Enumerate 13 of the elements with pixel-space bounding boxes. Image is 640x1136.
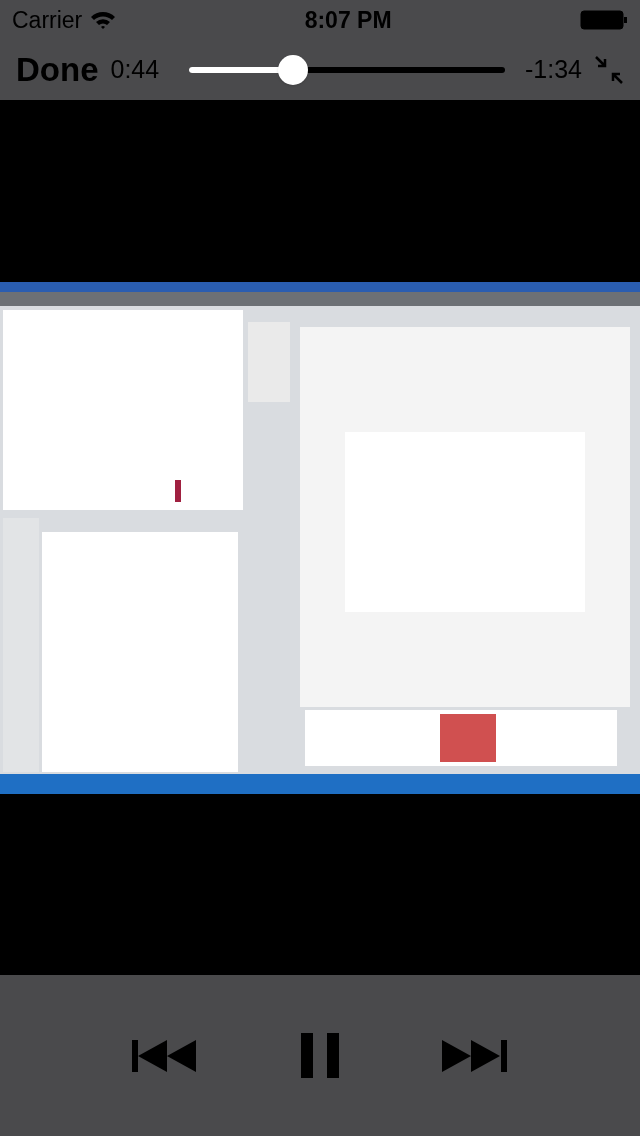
seek-thumb[interactable] bbox=[277, 55, 308, 85]
battery-icon bbox=[580, 10, 628, 30]
wifi-icon bbox=[90, 10, 117, 30]
pause-button[interactable] bbox=[301, 1033, 339, 1078]
seek-slider[interactable] bbox=[188, 55, 505, 85]
shrink-button[interactable] bbox=[594, 55, 624, 85]
previous-button[interactable] bbox=[131, 1038, 198, 1073]
next-button[interactable] bbox=[442, 1038, 509, 1073]
carrier-name: Carrier bbox=[12, 5, 83, 35]
elapsed-time: 0:44 bbox=[110, 54, 161, 86]
done-button[interactable]: Done bbox=[16, 45, 99, 95]
status-time: 8:07 PM bbox=[304, 5, 392, 35]
remaining-time: -1:34 bbox=[525, 54, 582, 86]
